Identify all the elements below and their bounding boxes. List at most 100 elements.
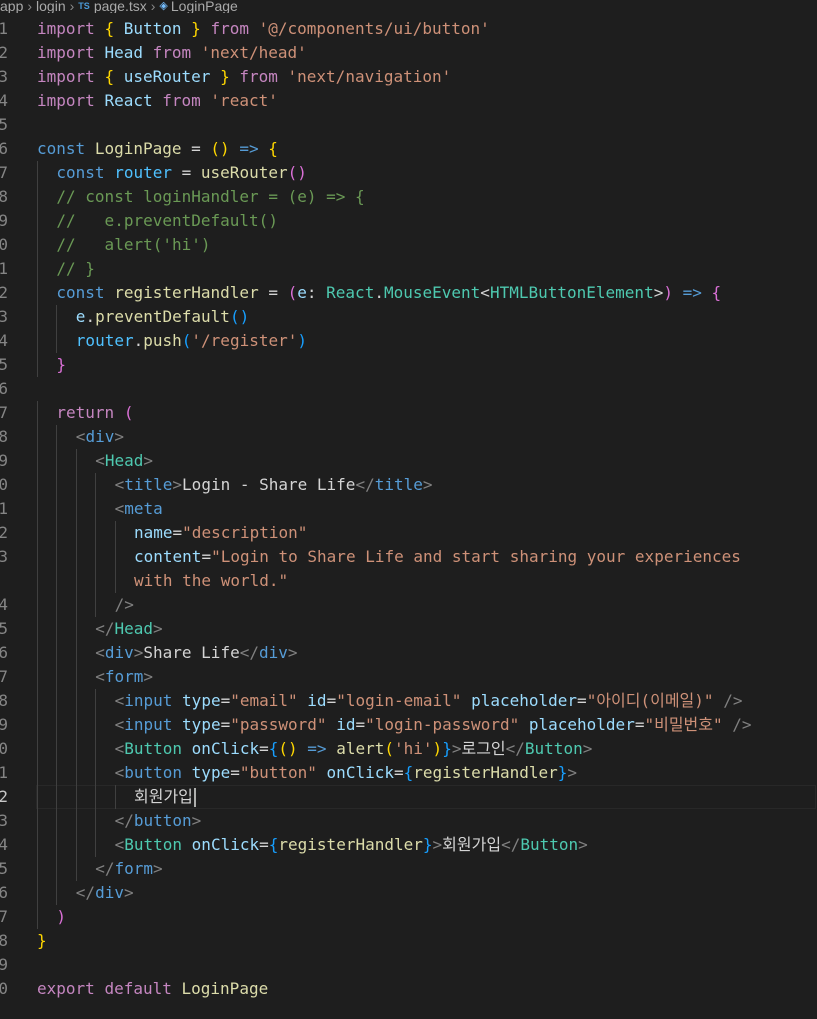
breadcrumb-item-symbol[interactable]: LoginPage <box>171 0 238 13</box>
line-number: 35 <box>0 859 8 878</box>
line-number: 36 <box>0 883 8 902</box>
code-line[interactable]: 10 // alert('hi') <box>0 233 817 257</box>
code-line[interactable]: 20<title>Login - Share Life</title> <box>0 473 817 497</box>
code-token: . <box>85 307 96 326</box>
code-line[interactable]: 7 const router = useRouter() <box>0 161 817 185</box>
code-line[interactable]: 29<input type="password" id="login-passw… <box>0 713 817 737</box>
code-text: <Button onClick={() => alert('hi')}>로그인<… <box>115 737 593 761</box>
code-token: onClick <box>191 739 260 758</box>
code-line[interactable]: 1 import { Button } from '@/components/ui… <box>0 17 817 41</box>
code-line[interactable]: 17 return ( <box>0 401 817 425</box>
indent-guide <box>75 593 77 617</box>
code-line[interactable]: 14 router.push('/register') <box>0 329 817 353</box>
line-number: 18 <box>0 427 8 446</box>
code-token: ( <box>181 331 192 350</box>
code-line[interactable]: 27 <form> <box>0 665 817 689</box>
code-line[interactable]: 34<Button onClick={registerHandler}>회원가입… <box>0 833 817 857</box>
code-token: > <box>582 739 593 758</box>
code-token: default <box>104 979 172 998</box>
code-line[interactable]: 36 </div> <box>0 881 817 905</box>
code-line[interactable]: 11 // } <box>0 257 817 281</box>
code-token: export <box>37 979 95 998</box>
code-line[interactable]: 3 import { useRouter } from 'next/navigat… <box>0 65 817 89</box>
code-line[interactable]: 5 <box>0 113 817 137</box>
breadcrumb-item-file[interactable]: page.tsx <box>94 0 147 13</box>
code-token: // } <box>56 259 95 278</box>
indent-guide <box>56 329 58 353</box>
breadcrumb-item-login[interactable]: login <box>36 0 66 13</box>
code-token: router <box>75 331 134 350</box>
code-token: > <box>567 763 578 782</box>
line-number: 24 <box>0 595 8 614</box>
code-token: ) <box>663 283 673 302</box>
code-token: push <box>143 331 182 350</box>
indent-guide <box>56 713 58 737</box>
code-token: < <box>75 427 86 446</box>
indent-guide <box>37 881 38 905</box>
code-token: Button <box>124 835 183 854</box>
indent-guide <box>56 833 58 857</box>
code-text: const router = useRouter() <box>56 161 306 185</box>
code-line[interactable]: 13 e.preventDefault() <box>0 305 817 329</box>
code-line[interactable]: 32 회원가입 <box>0 785 817 809</box>
code-line[interactable]: 25 </Head> <box>0 617 817 641</box>
code-line[interactable]: 16 <box>0 377 817 401</box>
code-token: ) <box>432 739 443 758</box>
indent-guide <box>75 617 77 641</box>
code-token: > <box>123 883 134 902</box>
code-line[interactable]: with the world." <box>0 569 817 593</box>
code-line[interactable]: 9 // e.preventDefault() <box>0 209 817 233</box>
code-line[interactable]: 22 name="description" <box>0 521 817 545</box>
code-line[interactable]: 19 <Head> <box>0 449 817 473</box>
code-line[interactable]: 12 const registerHandler = (e: React.Mous… <box>0 281 817 305</box>
code-token: input <box>124 715 173 734</box>
indent-guide <box>56 569 58 593</box>
code-token: { <box>711 283 722 302</box>
code-token: /> <box>723 691 743 710</box>
code-token: import <box>37 67 95 86</box>
code-token: < <box>114 475 125 494</box>
code-token: LoginPage <box>94 139 182 158</box>
code-token: = <box>201 547 212 566</box>
code-editor[interactable]: 1 import { Button } from '@/components/ui… <box>0 17 817 1001</box>
code-line[interactable]: 26<div>Share Life</div> <box>0 641 817 665</box>
code-token: () <box>229 307 250 326</box>
indent-guide <box>37 521 38 545</box>
breadcrumb-item-app[interactable]: app <box>0 0 23 13</box>
indent-guide <box>37 737 38 761</box>
code-line[interactable]: 31<button type="button" onClick={registe… <box>0 761 817 785</box>
code-token: div <box>95 883 124 902</box>
code-token: = <box>259 739 269 758</box>
code-token: </ <box>505 739 525 758</box>
code-line[interactable]: 38} <box>0 929 817 953</box>
code-line[interactable]: 39 <box>0 953 817 977</box>
line-number: 4 <box>0 91 8 110</box>
code-line[interactable]: 24 /> <box>0 593 817 617</box>
code-token: { <box>104 67 115 86</box>
code-line[interactable]: 6 const LoginPage = () => { <box>0 137 817 161</box>
chevron-right-icon: › <box>150 0 156 13</box>
code-line[interactable]: 15} <box>0 353 817 377</box>
indent-guide <box>95 761 97 785</box>
code-line[interactable]: 2 import Head from 'next/head' <box>0 41 817 65</box>
code-line[interactable]: 18 <div> <box>0 425 817 449</box>
code-token: id <box>336 715 356 734</box>
code-text: const LoginPage = () => { <box>37 137 278 161</box>
code-line[interactable]: 30<Button onClick={() => alert('hi')}>로그… <box>0 737 817 761</box>
code-line[interactable]: 35 </form> <box>0 857 817 881</box>
code-line[interactable]: 37) <box>0 905 817 929</box>
code-line[interactable]: 4 import React from 'react' <box>0 89 817 113</box>
indent-guide <box>37 665 38 689</box>
line-number: 23 <box>0 547 8 566</box>
code-line[interactable]: 33 </button> <box>0 809 817 833</box>
code-line[interactable]: 40 export default LoginPage <box>0 977 817 1001</box>
indent-guide <box>56 641 58 665</box>
code-line[interactable]: 8 // const loginHandler = (e) => { <box>0 185 817 209</box>
code-token: = <box>258 283 288 302</box>
code-line[interactable]: 23 content="Login to Share Life and start… <box>0 545 817 569</box>
code-line[interactable]: 28<input type="email" id="login-email" p… <box>0 689 817 713</box>
code-line[interactable]: 21 <meta <box>0 497 817 521</box>
